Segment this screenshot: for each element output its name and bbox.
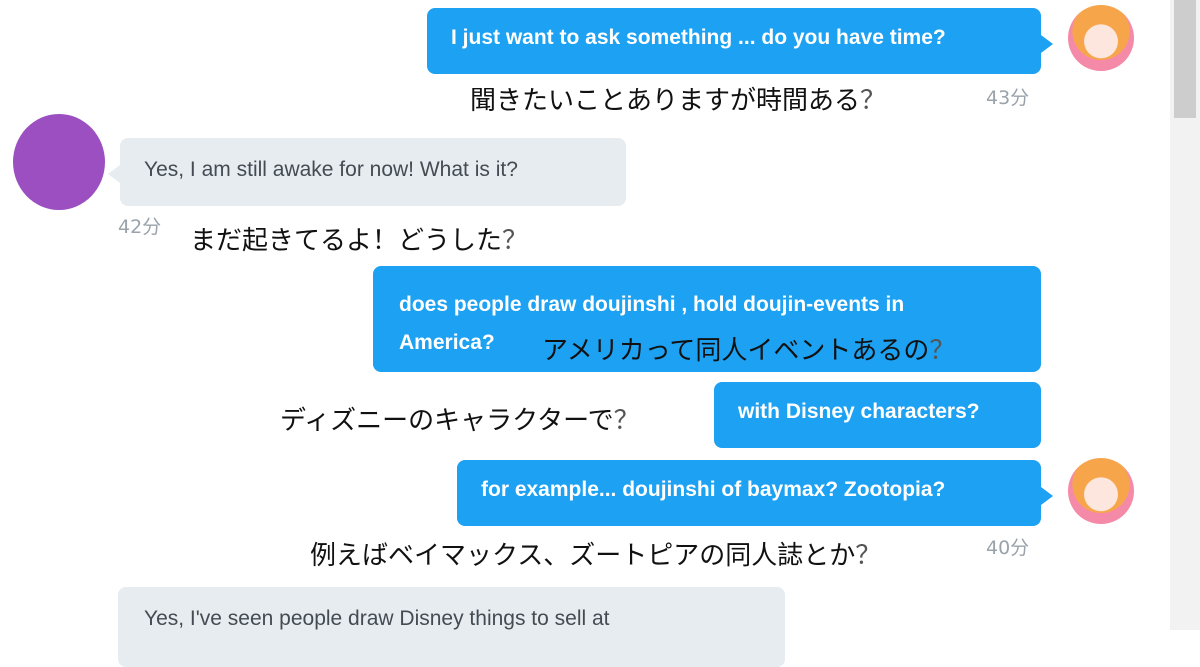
message-text-line: does people draw doujinshi , hold doujin… bbox=[399, 293, 905, 316]
chat-thread: I just want to ask something ... do you … bbox=[0, 0, 1170, 667]
outgoing-message-bubble[interactable]: with Disney characters? bbox=[714, 382, 1041, 448]
purple-circle-avatar[interactable] bbox=[13, 114, 105, 210]
vertical-scrollbar[interactable] bbox=[1170, 0, 1200, 630]
message-text: Yes, I've seen people draw Disney things… bbox=[144, 607, 610, 630]
translation-text: まだ起きてるよ！どうした？ bbox=[190, 226, 529, 256]
translation-text: 聞きたいことありますが時間ある？ bbox=[470, 86, 887, 116]
incoming-message-bubble[interactable]: Yes, I've seen people draw Disney things… bbox=[118, 587, 785, 667]
anime-girl-avatar[interactable] bbox=[1068, 458, 1134, 524]
scrollbar-thumb[interactable] bbox=[1174, 0, 1196, 118]
timestamp: 42分 bbox=[118, 216, 162, 238]
outgoing-message-bubble[interactable]: I just want to ask something ... do you … bbox=[427, 8, 1053, 74]
message-text: I just want to ask something ... do you … bbox=[451, 26, 946, 49]
translation-text: 例えばベイマックス、ズートピアの同人誌とか？ bbox=[310, 541, 882, 571]
translation-text: アメリカって同人イベントあるの？ bbox=[542, 336, 956, 366]
message-text: Yes, I am still awake for now! What is i… bbox=[144, 158, 518, 181]
incoming-message-bubble[interactable]: Yes, I am still awake for now! What is i… bbox=[108, 138, 626, 206]
timestamp: 40分 bbox=[986, 537, 1030, 559]
translation-text: ディズニーのキャラクターで？ bbox=[280, 406, 640, 436]
outgoing-message-bubble[interactable]: for example... doujinshi of baymax? Zoot… bbox=[457, 460, 1053, 526]
message-text: for example... doujinshi of baymax? Zoot… bbox=[481, 478, 946, 501]
message-text: with Disney characters? bbox=[738, 400, 980, 423]
anime-girl-avatar[interactable] bbox=[1068, 5, 1134, 71]
timestamp: 43分 bbox=[986, 87, 1030, 109]
